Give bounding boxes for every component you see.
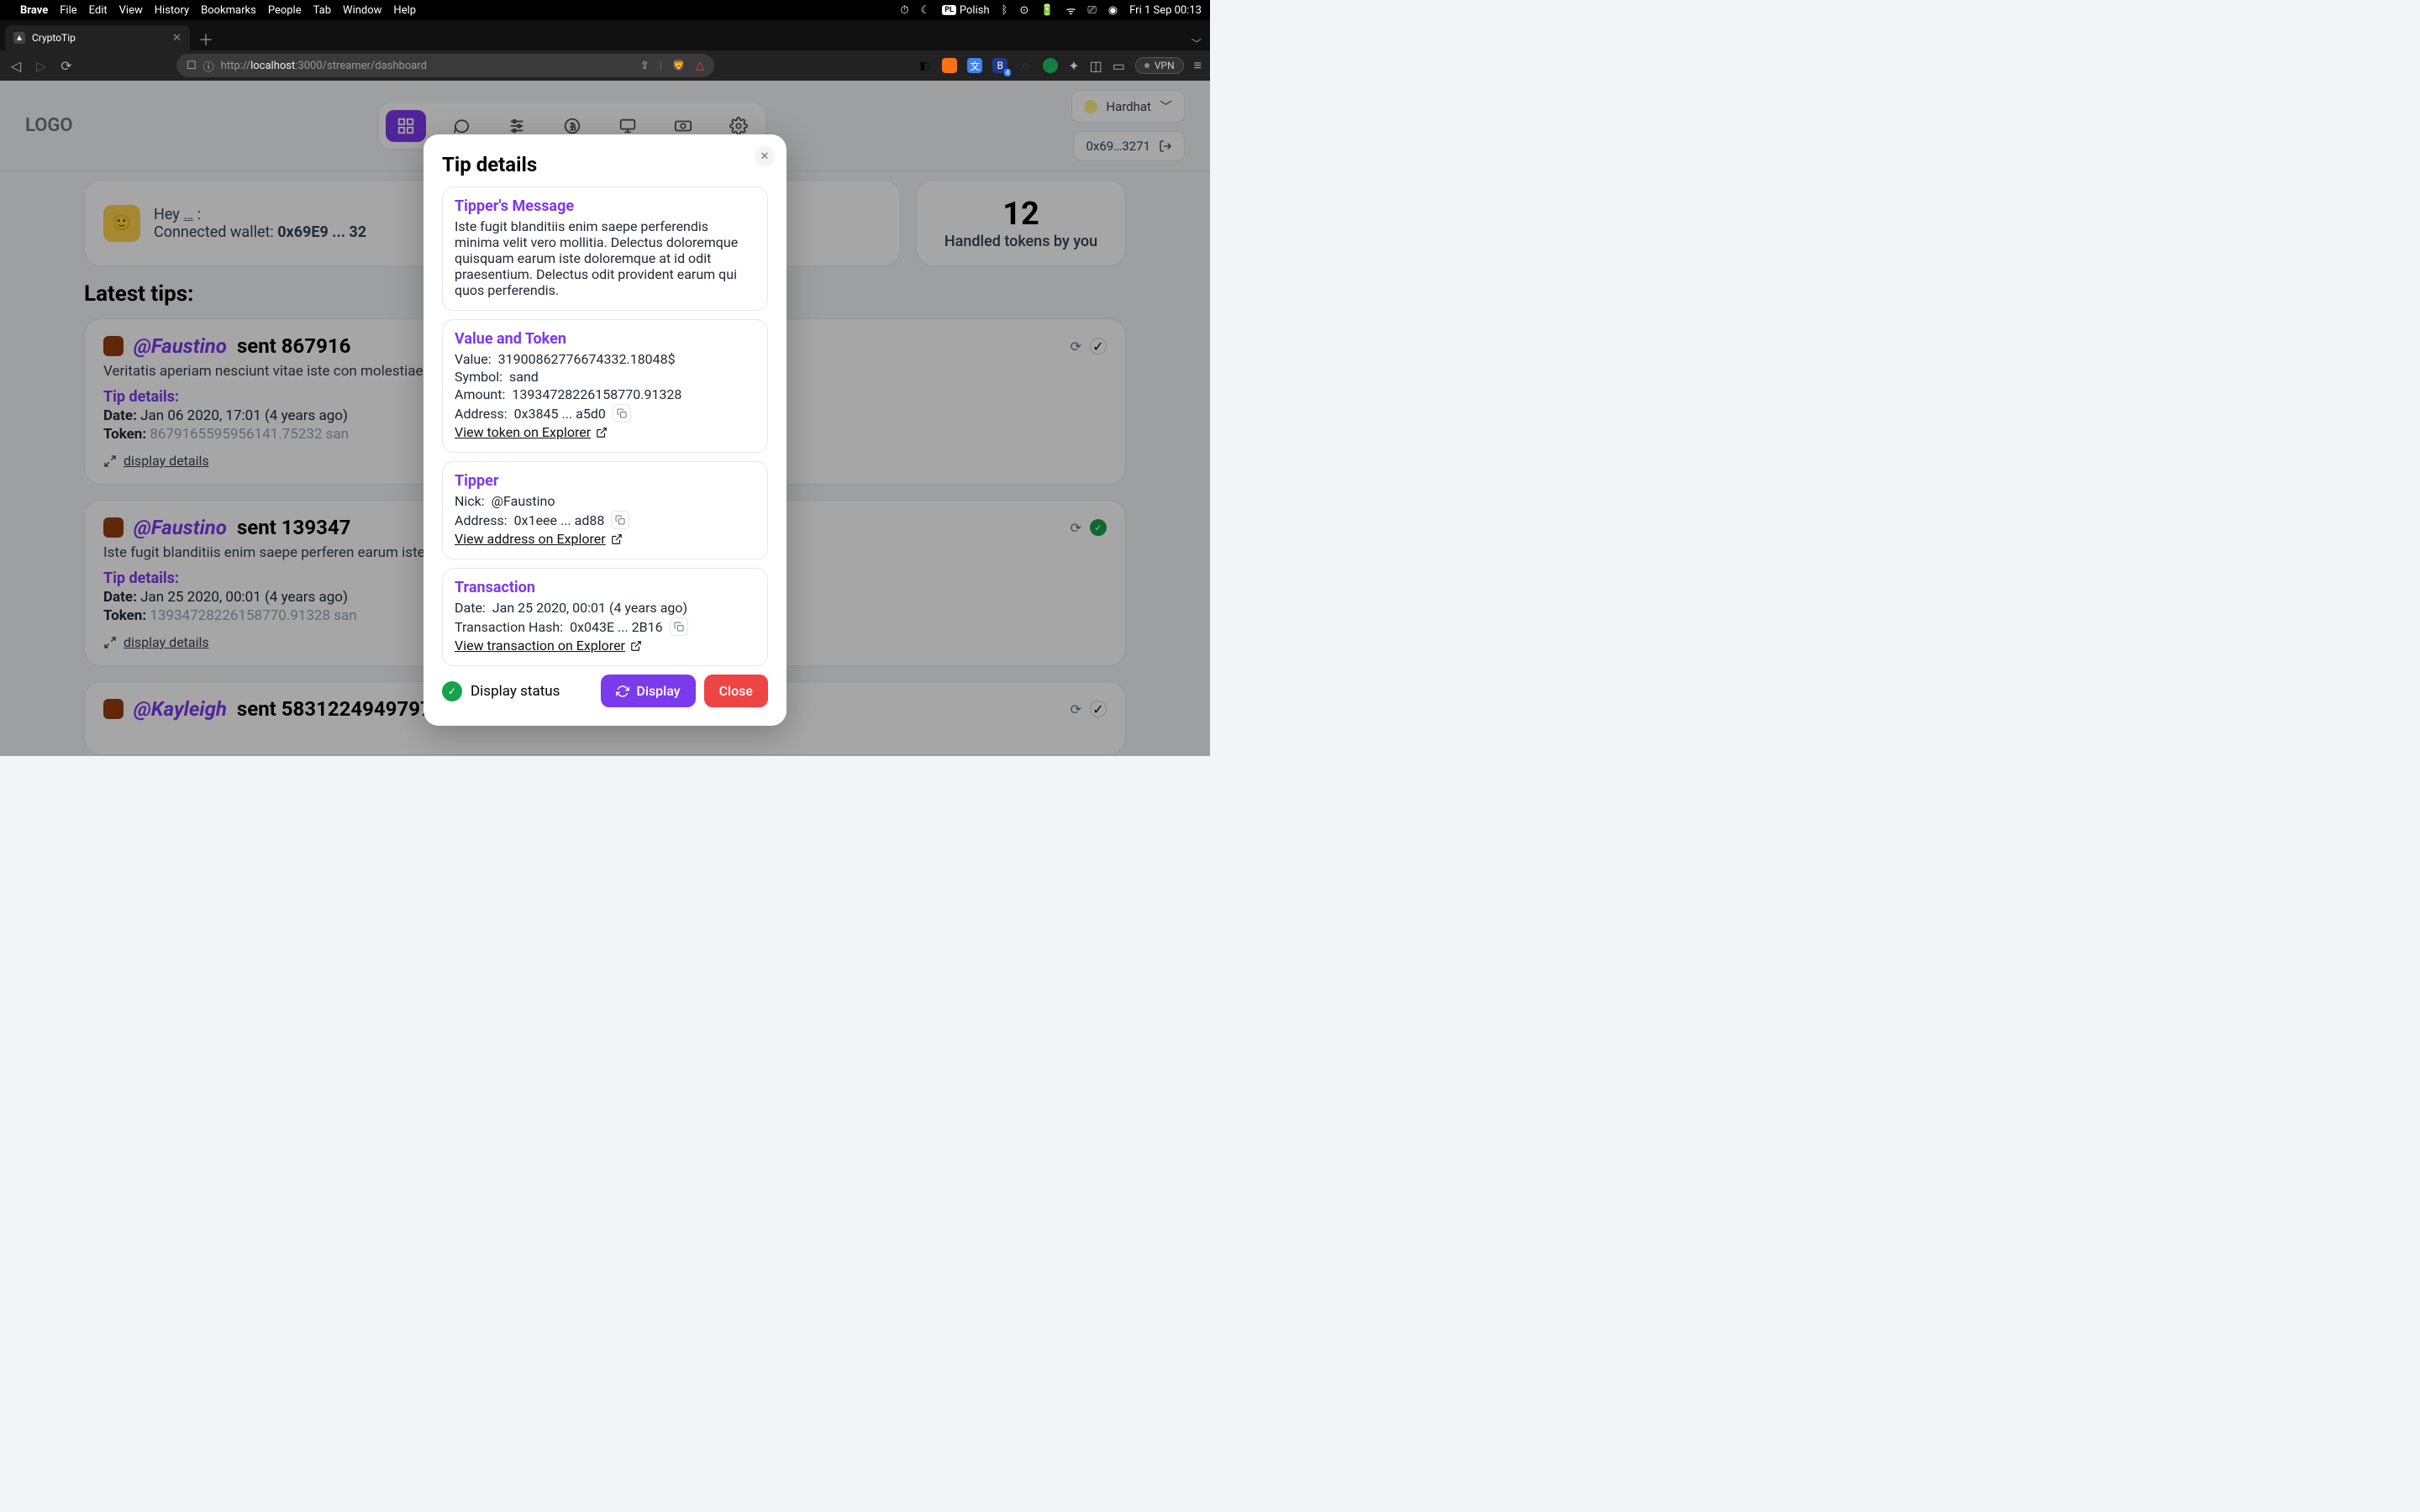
- view-tx-link[interactable]: View transaction on Explorer: [455, 638, 642, 654]
- tab-close-icon[interactable]: ✕: [172, 32, 182, 45]
- warning-icon[interactable]: △: [696, 60, 704, 72]
- menu-history[interactable]: History: [155, 4, 189, 17]
- wifi-icon[interactable]: ᯤ: [1066, 3, 1076, 18]
- display-status: ✓Display status: [442, 681, 560, 701]
- menu-file[interactable]: File: [60, 4, 76, 17]
- tabs-dropdown-icon[interactable]: ﹀: [1192, 36, 1202, 50]
- vpn-button[interactable]: VPN: [1135, 57, 1184, 74]
- clock[interactable]: Fri 1 Sep 00:13: [1129, 4, 1202, 17]
- display-button[interactable]: Display: [601, 675, 695, 707]
- reload-button[interactable]: ⟳: [59, 58, 74, 74]
- view-token-link[interactable]: View token on Explorer: [455, 424, 608, 440]
- extension-metamask-icon[interactable]: [942, 58, 957, 73]
- modal-tipper-card: Tipper Nick: @Faustino Address: 0x1eee .…: [442, 461, 768, 559]
- media-icon[interactable]: ⊙: [1019, 4, 1028, 17]
- extension-icon[interactable]: ◧: [917, 58, 932, 73]
- copy-icon[interactable]: [611, 511, 629, 529]
- app-name[interactable]: Brave: [20, 4, 48, 17]
- new-tab-button[interactable]: ＋: [198, 29, 213, 50]
- browser-tabstrip: ▲ CryptoTip ✕ ＋ ﹀: [0, 20, 1210, 50]
- forward-button: ▷: [34, 58, 49, 74]
- extensions-icon[interactable]: ✦: [1068, 58, 1079, 74]
- timer-icon[interactable]: ⏱: [900, 4, 908, 17]
- tip-details-modal: ✕ Tip details Tipper's Message Iste fugi…: [424, 134, 786, 726]
- sidepanel-icon[interactable]: ◫: [1090, 58, 1102, 74]
- battery-icon[interactable]: 🔋: [1040, 4, 1054, 17]
- view-address-link[interactable]: View address on Explorer: [455, 531, 623, 547]
- check-icon: ✓: [442, 681, 462, 701]
- shields-icon[interactable]: 🦁: [672, 60, 686, 72]
- external-link-icon: [596, 427, 608, 438]
- site-info-icon[interactable]: ⓘ: [203, 58, 214, 74]
- app-menu-icon[interactable]: ≡: [1194, 57, 1202, 74]
- modal-value-card: Value and Token Value: 3190086277667433​…: [442, 319, 768, 453]
- back-button[interactable]: ◁: [8, 58, 24, 74]
- menu-window[interactable]: Window: [343, 4, 381, 17]
- external-link-icon: [611, 533, 623, 545]
- copy-icon[interactable]: [613, 404, 631, 423]
- browser-tab[interactable]: ▲ CryptoTip ✕: [5, 25, 190, 50]
- extension-bitdefender-icon[interactable]: B4: [992, 58, 1007, 73]
- copy-icon[interactable]: [670, 617, 688, 636]
- address-bar[interactable]: ☐ ⓘ http://localhost:3000/streamer/dashb…: [176, 54, 714, 77]
- menu-people[interactable]: People: [268, 4, 302, 17]
- control-center-icon[interactable]: ⎚: [1087, 4, 1096, 17]
- share-icon[interactable]: ⇪: [640, 60, 650, 72]
- bookmark-icon[interactable]: ☐: [187, 60, 197, 72]
- modal-title: Tip details: [442, 153, 768, 176]
- modal-tx-card: Transaction Date: Jan 25 2020, 00:01 (4 …: [442, 568, 768, 666]
- menu-bookmarks[interactable]: Bookmarks: [201, 4, 256, 17]
- close-button[interactable]: Close: [704, 675, 768, 707]
- browser-toolbar: ◁ ▷ ⟳ ☐ ⓘ http://localhost:3000/streamer…: [0, 50, 1210, 81]
- moon-icon[interactable]: ☾: [921, 4, 931, 17]
- extension-translate-icon[interactable]: 文: [967, 58, 982, 73]
- wallet-icon[interactable]: ▭: [1113, 58, 1125, 74]
- tab-title: CryptoTip: [32, 32, 76, 44]
- modal-message-card: Tipper's Message Iste fugit blanditiis e…: [442, 186, 768, 311]
- favicon-icon: ▲: [13, 32, 25, 44]
- modal-close-button[interactable]: ✕: [755, 146, 775, 166]
- input-lang[interactable]: PLPolish: [942, 4, 989, 17]
- extension-icon[interactable]: ◌: [1018, 58, 1033, 73]
- menu-edit[interactable]: Edit: [89, 4, 108, 17]
- menu-view[interactable]: View: [119, 4, 143, 17]
- refresh-icon: [616, 685, 629, 698]
- menu-help[interactable]: Help: [393, 4, 416, 17]
- external-link-icon: [630, 640, 642, 652]
- extension-grammarly-icon[interactable]: [1043, 58, 1058, 73]
- siri-icon[interactable]: ◉: [1108, 4, 1118, 17]
- macos-menubar: Brave File Edit View History Bookmarks P…: [0, 0, 1210, 20]
- bluetooth-icon[interactable]: ᛒ: [1002, 4, 1008, 17]
- menu-tab[interactable]: Tab: [313, 4, 331, 17]
